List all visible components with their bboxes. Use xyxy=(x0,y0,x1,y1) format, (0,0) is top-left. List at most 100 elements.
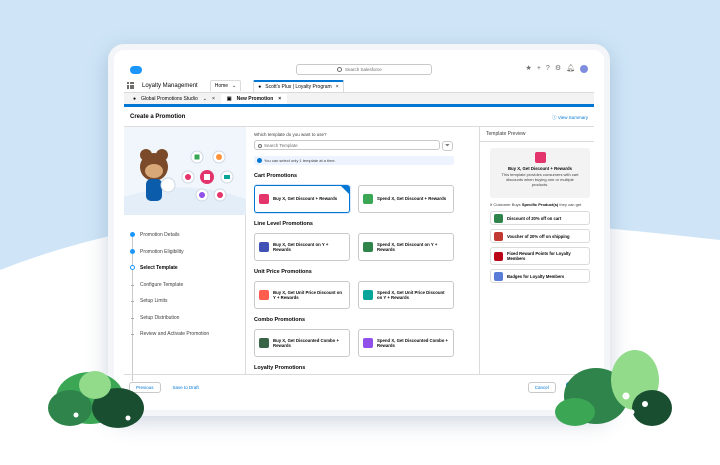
setup-icon[interactable]: ⚙ xyxy=(555,64,561,73)
section-title: Line Level Promotions xyxy=(254,221,313,227)
template-card-label: Spend X, Get Discount + Rewards xyxy=(377,196,447,202)
preview-title: Template Preview xyxy=(480,127,594,142)
section-title: Combo Promotions xyxy=(254,317,306,323)
app-launcher-icon[interactable] xyxy=(127,82,134,89)
subtab-global-promotions-studio[interactable]: ● Global Promotions Studio ⌄ × xyxy=(127,94,221,104)
nav-tab-loyalty-program[interactable]: ● Scott's Plus | Loyalty Program × xyxy=(253,79,344,92)
template-icon xyxy=(363,338,373,348)
record-icon: ● xyxy=(133,95,137,102)
laptop-frame: Search Salesforce ★ + ? ⚙ 🔔︎ Loyalty Man… xyxy=(108,44,610,416)
view-summary-link[interactable]: ⓘ View Summary xyxy=(552,115,588,121)
close-icon[interactable]: × xyxy=(212,96,215,102)
template-icon xyxy=(363,242,373,252)
template-preview-panel: Template Preview Buy X, Get Discount + R… xyxy=(479,127,594,374)
step-review-activate[interactable]: Review and Activate Promotion xyxy=(131,326,209,343)
app-screen: Search Salesforce ★ + ? ⚙ 🔔︎ Loyalty Man… xyxy=(124,60,594,400)
record-icon: ● xyxy=(258,83,262,90)
template-cards: Buy X, Get Unit Price Discount on Y + Re… xyxy=(254,281,471,309)
header-icons: ★ + ? ⚙ 🔔︎ xyxy=(526,64,588,73)
close-icon[interactable]: × xyxy=(336,84,339,90)
cart-icon xyxy=(534,152,546,163)
template-card-buy-x-get-discount-on-y[interactable]: Buy X, Get Discount on Y + Rewards xyxy=(254,233,350,261)
selected-check-icon xyxy=(341,186,349,194)
cancel-button[interactable]: Cancel xyxy=(527,382,556,393)
template-icon xyxy=(259,290,269,300)
filter-icon[interactable]: ⏷ xyxy=(442,141,453,151)
step-label: Promotion Eligibility xyxy=(140,248,184,255)
save-to-draft-button[interactable]: Save to Draft xyxy=(166,383,205,392)
preview-item-reward-points: Fixed Reward Points for Loyalty Members xyxy=(490,247,590,265)
salesforce-logo xyxy=(130,65,142,74)
template-card-buy-x-get-discount-rewards[interactable]: Buy X, Get Discount + Rewards xyxy=(254,185,350,213)
subtab-label: New Promotion xyxy=(236,95,274,102)
template-card-spend-x-combo[interactable]: Spend X, Get Discounted Combo + Rewards xyxy=(358,329,454,357)
search-icon xyxy=(337,67,342,72)
next-button[interactable]: Next xyxy=(565,382,589,393)
step-promotion-details[interactable]: Promotion Details xyxy=(130,227,209,244)
chevron-down-icon[interactable]: ⌄ xyxy=(232,83,236,89)
step-label: Setup Limits xyxy=(140,298,168,305)
section-title: Loyalty Promotions xyxy=(254,365,306,371)
template-cards: Buy X, Get Discount + Rewards Spend X, G… xyxy=(254,185,471,213)
notifications-icon[interactable]: 🔔︎ xyxy=(566,64,575,73)
preview-condition-suffix: they can get xyxy=(559,202,582,207)
template-card-buy-x-combo[interactable]: Buy X, Get Discounted Combo + Rewards xyxy=(254,329,350,357)
add-icon[interactable]: + xyxy=(537,64,541,73)
step-promotion-eligibility[interactable]: Promotion Eligibility xyxy=(130,244,209,261)
preview-card-description: This template provides consumers with ca… xyxy=(501,172,579,187)
template-icon xyxy=(259,242,269,252)
avatar[interactable] xyxy=(580,64,588,73)
step-dot xyxy=(130,232,135,237)
step-label: Configure Template xyxy=(140,281,184,288)
nav-tab-label: Scott's Plus | Loyalty Program xyxy=(265,83,332,90)
nav-tab-home[interactable]: Home ⌄ xyxy=(209,80,242,91)
step-configure-template[interactable]: Configure Template xyxy=(131,277,209,294)
template-icon xyxy=(363,290,373,300)
template-card-spend-x-unit-price[interactable]: Spend X, Get Unit Price Discount on Y + … xyxy=(358,281,454,309)
step-select-template[interactable]: Select Template xyxy=(130,260,209,277)
nav-tab-label: Home xyxy=(214,83,229,89)
app-name: Loyalty Management xyxy=(142,82,198,89)
search-icon xyxy=(258,143,262,148)
template-icon xyxy=(259,194,269,204)
info-icon xyxy=(257,158,262,163)
preview-card-title: Buy X, Get Discount + Rewards xyxy=(507,166,573,171)
voucher-icon xyxy=(494,231,503,241)
step-label: Promotion Details xyxy=(140,232,180,239)
template-card-spend-x-get-discount-on-y[interactable]: Spend X, Get Discount on Y + Rewards xyxy=(358,233,454,261)
preview-item-label: Badges for Loyalty Members xyxy=(507,273,565,279)
discount-icon xyxy=(494,213,503,223)
preview-item-label: Voucher of 20% off on shipping xyxy=(507,233,570,239)
step-setup-distribution[interactable]: Setup Distribution xyxy=(131,310,209,327)
info-banner: You can select only 1 template at a time… xyxy=(254,156,454,165)
close-icon[interactable]: × xyxy=(278,96,281,102)
help-icon[interactable]: ? xyxy=(546,64,550,73)
template-search-input[interactable]: Search Template xyxy=(254,140,440,150)
template-selection-panel: Which template do you want to use? Searc… xyxy=(254,132,471,374)
template-card-label: Spend X, Get Unit Price Discount on Y + … xyxy=(377,289,445,301)
template-card-label: Buy X, Get Unit Price Discount on Y + Re… xyxy=(273,289,342,301)
global-search-input[interactable]: Search Salesforce xyxy=(296,64,432,75)
previous-button[interactable]: Previous xyxy=(129,382,161,393)
chevron-down-icon[interactable]: ⌄ xyxy=(203,96,207,102)
template-card-label: Buy X, Get Discount on Y + Rewards xyxy=(273,241,329,253)
step-dot xyxy=(130,248,135,254)
info-text: You can select only 1 template at a time… xyxy=(264,158,336,163)
wizard-footer: Previous Save to Draft Cancel Next xyxy=(124,374,594,400)
preview-item-label: Discount of 20% off on cart xyxy=(507,215,562,221)
template-card-buy-x-unit-price[interactable]: Buy X, Get Unit Price Discount on Y + Re… xyxy=(254,281,350,309)
preview-item-voucher: Voucher of 20% off on shipping xyxy=(490,229,590,243)
search-placeholder: Search Salesforce xyxy=(345,67,382,72)
step-dot xyxy=(131,334,134,335)
step-dot xyxy=(131,284,134,286)
preview-item-badges: Badges for Loyalty Members xyxy=(490,269,590,283)
step-setup-limits[interactable]: Setup Limits xyxy=(131,293,209,310)
template-card-spend-x-get-discount-rewards[interactable]: Spend X, Get Discount + Rewards xyxy=(358,185,454,213)
reward-points-icon xyxy=(494,251,503,261)
template-search-placeholder: Search Template xyxy=(264,142,298,148)
record-icon: ▣ xyxy=(226,95,232,102)
section-title: Unit Price Promotions xyxy=(254,269,312,275)
favorites-icon[interactable]: ★ xyxy=(526,64,532,73)
section-title: Cart Promotions xyxy=(254,173,298,179)
subtab-new-promotion[interactable]: ▣ New Promotion × xyxy=(220,93,288,104)
